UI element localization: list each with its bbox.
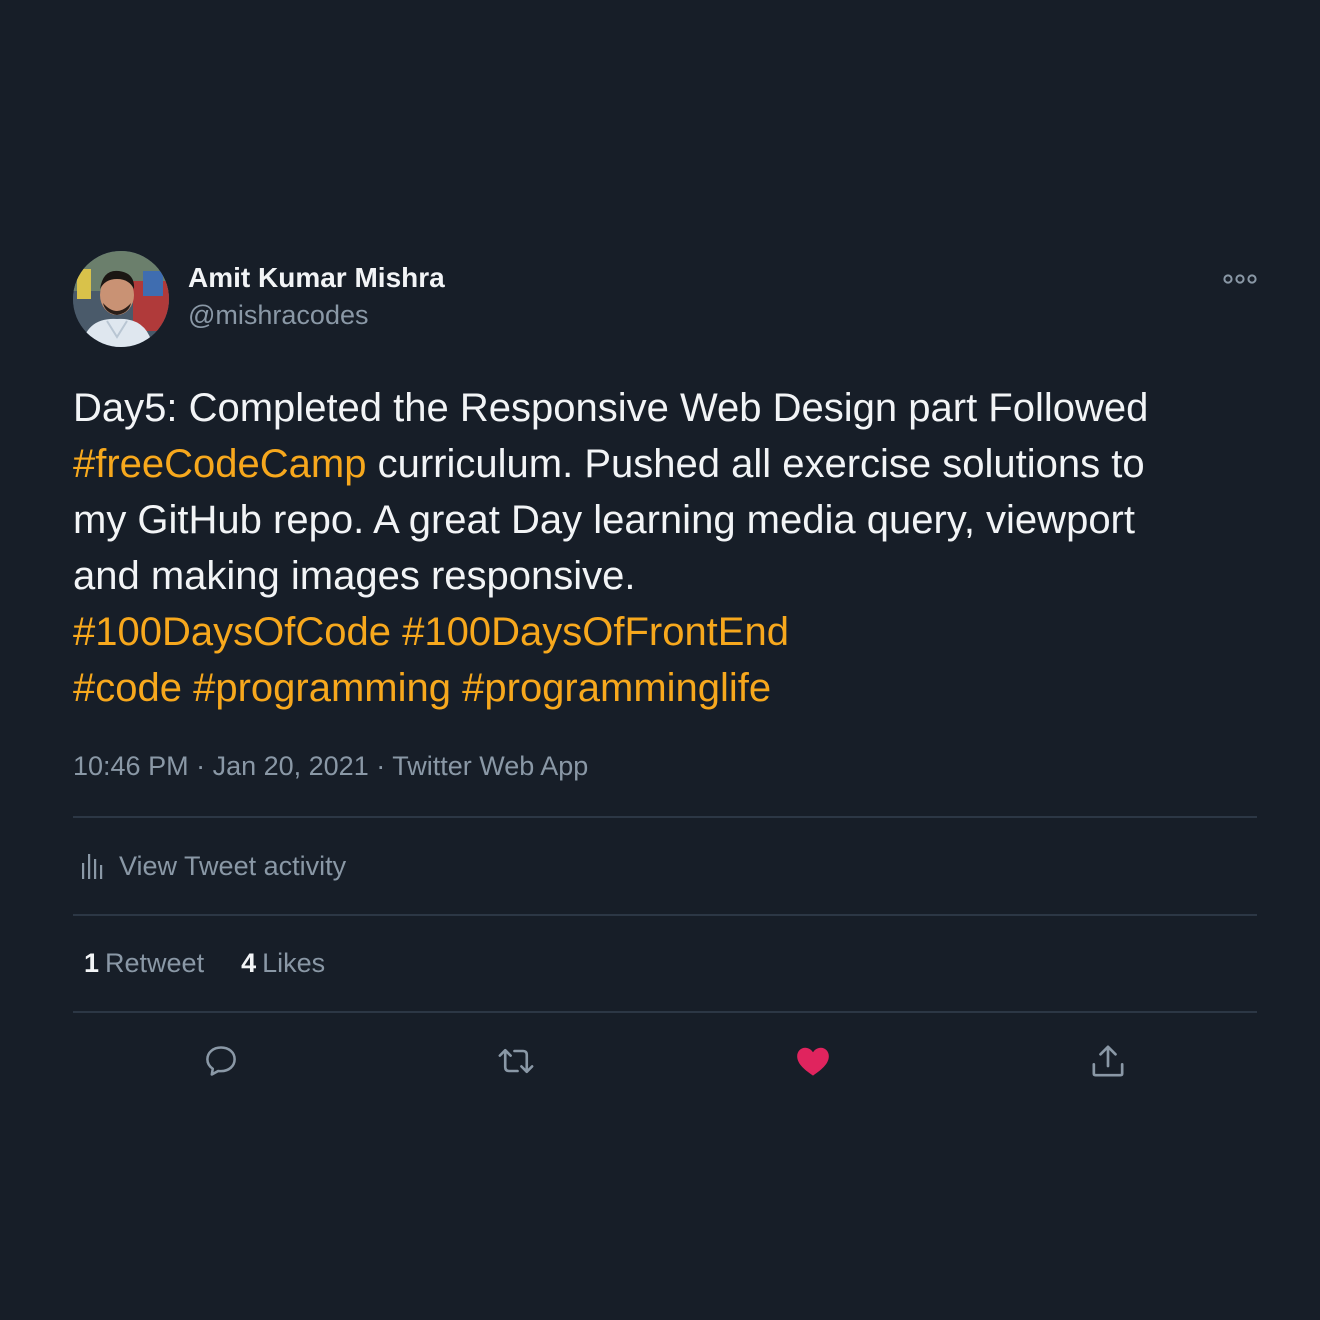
tweet-text-segment: my GitHub repo. A great Day learning med…: [73, 498, 1135, 542]
tweet-text-line: #code #programming #programminglife: [73, 660, 1257, 716]
hashtag-link[interactable]: #100DaysOfFrontEnd: [402, 610, 789, 654]
author-names: Amit Kumar Mishra @mishracodes: [188, 260, 445, 333]
tweet-actions: [73, 1013, 1257, 1109]
tweet-text-segment: [451, 666, 462, 710]
analytics-icon: [82, 854, 103, 879]
display-name[interactable]: Amit Kumar Mishra: [188, 260, 445, 296]
tweet-header: Amit Kumar Mishra @mishracodes: [73, 251, 1257, 347]
likes-stat[interactable]: 4 Likes: [241, 948, 325, 979]
user-avatar-photo: [73, 251, 169, 347]
retweet-button[interactable]: [496, 1041, 536, 1081]
tweet-text-line: Day5: Completed the Responsive Web Desig…: [73, 380, 1257, 436]
tweet-text-segment: and making images responsive.: [73, 554, 636, 598]
retweets-count: 1: [84, 948, 100, 978]
hashtag-link[interactable]: #100DaysOfCode: [73, 610, 391, 654]
hashtag-link[interactable]: #code: [73, 666, 182, 710]
tweet-card: Amit Kumar Mishra @mishracodes Day5: Com…: [73, 251, 1257, 1109]
hashtag-link[interactable]: #freeCodeCamp: [73, 442, 367, 486]
share-icon: [1092, 1045, 1124, 1077]
like-icon: [797, 1047, 829, 1076]
like-button[interactable]: [793, 1041, 833, 1081]
meta-separator: ·: [188, 751, 213, 781]
reply-button[interactable]: [201, 1041, 241, 1081]
reply-icon: [206, 1046, 236, 1076]
tweet-text: Day5: Completed the Responsive Web Desig…: [73, 380, 1257, 716]
tweet-date[interactable]: Jan 20, 2021: [213, 751, 369, 781]
tweet-time[interactable]: 10:46 PM: [73, 751, 189, 781]
retweets-stat[interactable]: 1 Retweet: [84, 948, 204, 979]
view-tweet-activity-label: View Tweet activity: [119, 850, 347, 881]
tweet-text-segment: [182, 666, 193, 710]
likes-count: 4: [241, 948, 257, 978]
tweet-text-segment: curriculum. Pushed all exercise solution…: [366, 442, 1145, 486]
view-tweet-activity-link[interactable]: View Tweet activity: [73, 818, 1257, 914]
tweet-meta: 10:46 PM · Jan 20, 2021 · Twitter Web Ap…: [73, 748, 1257, 784]
hashtag-link[interactable]: #programminglife: [462, 666, 771, 710]
tweet-source[interactable]: Twitter Web App: [392, 751, 588, 781]
retweet-icon: [498, 1048, 534, 1074]
user-handle[interactable]: @mishracodes: [188, 297, 445, 333]
share-button[interactable]: [1088, 1041, 1128, 1081]
tweet-text-segment: Day5: Completed the Responsive Web Desig…: [73, 386, 1149, 430]
avatar[interactable]: [73, 251, 169, 347]
meta-separator: ·: [368, 751, 393, 781]
tweet-text-segment: [391, 610, 402, 654]
tweet-text-line: #100DaysOfCode #100DaysOfFrontEnd: [73, 604, 1257, 660]
more-options-icon[interactable]: [1223, 267, 1257, 291]
hashtag-link[interactable]: #programming: [193, 666, 451, 710]
likes-label: Likes: [262, 948, 326, 978]
tweet-text-line: and making images responsive.: [73, 548, 1257, 604]
tweet-text-line: #freeCodeCamp curriculum. Pushed all exe…: [73, 436, 1257, 492]
retweets-label: Retweet: [105, 948, 205, 978]
tweet-stats: 1 Retweet 4 Likes: [73, 916, 1257, 1011]
tweet-text-line: my GitHub repo. A great Day learning med…: [73, 492, 1257, 548]
